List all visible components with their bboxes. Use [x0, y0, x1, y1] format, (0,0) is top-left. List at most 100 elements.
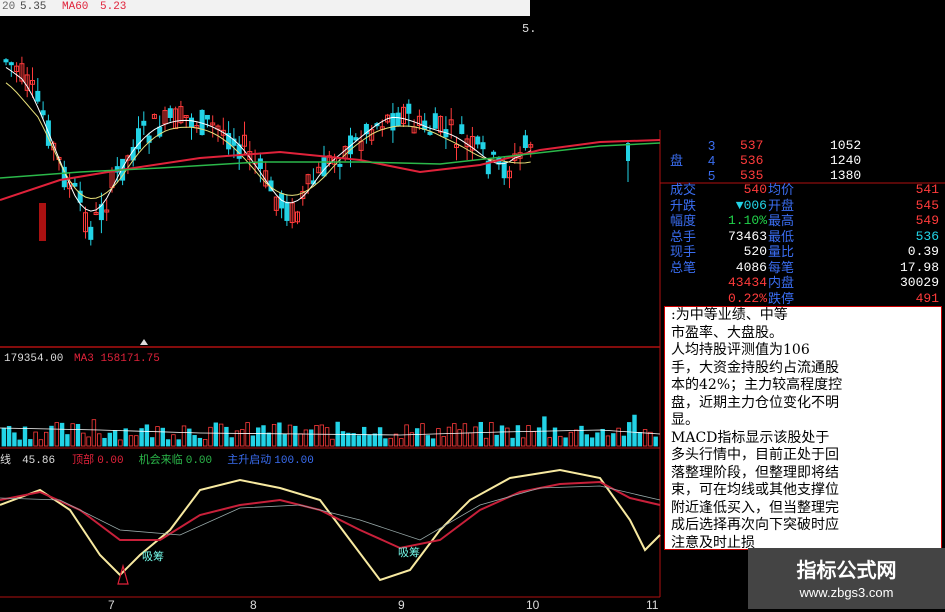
ma-legend: 20 5.35 MA60 5.23 — [0, 0, 530, 16]
volume-bar — [653, 436, 658, 447]
candle-body — [480, 142, 486, 150]
volume-signal-bar — [39, 203, 46, 241]
volume-bar — [202, 439, 208, 447]
quote-label2: 最高 — [768, 213, 795, 228]
candle-body — [40, 110, 46, 116]
quote-row: 幅度 1.10% 最高 549 — [664, 213, 945, 228]
volume-bar — [648, 431, 653, 447]
bid-price: 535 — [740, 168, 764, 183]
volume-bar — [118, 439, 123, 447]
top-label: 顶部 — [72, 454, 95, 466]
volume-bar — [134, 435, 139, 447]
candle-body — [491, 151, 497, 155]
volume-bar — [621, 435, 627, 447]
candle-body — [3, 59, 9, 63]
main-rise-label: 主升启动 — [227, 454, 272, 466]
volume-bar — [483, 437, 489, 447]
volume-bar — [293, 425, 298, 447]
quote-label2: 每笔 — [768, 259, 795, 275]
volume-bar — [340, 431, 346, 447]
volume-bar — [452, 423, 457, 447]
quote-value2: 491 — [915, 290, 939, 306]
volume-bar — [430, 438, 436, 447]
volume-bar — [531, 431, 536, 447]
quote-row: 成交 540 均价 541 — [664, 182, 945, 197]
marker-label-2: 吸筹 — [398, 547, 420, 559]
volume-bar — [102, 437, 107, 447]
volume-bar — [245, 422, 250, 447]
bid-volume: 1240 — [830, 153, 862, 168]
triangle-marker — [140, 339, 148, 345]
marker-label-1: 吸筹 — [142, 551, 164, 563]
volume-bar — [81, 432, 86, 447]
volume-bar — [192, 435, 197, 447]
quote-label2: 量比 — [768, 244, 795, 259]
candle-body — [61, 166, 67, 188]
volume-bar — [165, 439, 171, 447]
quote-label2: 内盘 — [768, 275, 795, 290]
ma-prefix: 20 — [2, 1, 16, 13]
volume-bar — [1, 427, 6, 447]
order-book: 3 537 1052 盘 4 536 1240 5 535 1380 — [664, 138, 945, 183]
volume-bar — [367, 434, 372, 447]
commentary-line: 多头行情中，目前正处于回 — [671, 447, 839, 463]
volume-bar — [155, 426, 160, 447]
volume-bar — [330, 438, 335, 447]
volume-bar — [218, 423, 224, 447]
volume-bar — [510, 437, 515, 447]
volume-bar — [261, 425, 266, 447]
volume-bar — [558, 435, 563, 447]
quote-label2: 跌停 — [768, 290, 795, 306]
volume-bar — [70, 423, 75, 447]
ma60-value: 5.23 — [100, 1, 127, 13]
volume-bar — [123, 428, 128, 447]
order-book-row: 5 535 1380 — [664, 168, 945, 183]
volume-bar — [499, 425, 505, 447]
volume-bar — [144, 424, 150, 447]
commentary-line: :为中等业绩、中等 — [671, 307, 788, 323]
quote-label2: 均价 — [768, 182, 795, 197]
ma3-label: MA3 — [74, 353, 94, 365]
volume-bar — [54, 422, 59, 447]
volume-bar — [526, 425, 531, 447]
bid-volume: 1052 — [830, 138, 862, 153]
opportunity-label: 机会来临 — [138, 454, 183, 466]
volume-bar — [197, 437, 203, 447]
candle-body — [8, 62, 14, 66]
volume-bar — [521, 437, 526, 447]
quote-value2: 17.98 — [899, 259, 939, 275]
commentary-line: 盘，近期主力仓位变化不明 — [671, 394, 839, 411]
volume-bar — [489, 422, 494, 447]
volume-bar — [187, 428, 192, 447]
volume-legend: 179354.00 MA3 158171.75 — [4, 353, 160, 365]
volume-bar — [404, 424, 409, 447]
volume-bar — [107, 432, 112, 447]
volume-bar — [308, 429, 314, 447]
quote-label: 成交 — [670, 182, 697, 197]
quote-value: ▼006 — [735, 197, 767, 213]
line-label: 线 — [0, 454, 11, 466]
volume-bar — [446, 426, 452, 447]
ma60-label: MA60 — [62, 1, 89, 13]
main-rise-value: 100.00 — [274, 455, 314, 467]
volume-bar — [494, 434, 499, 447]
side-label: 盘 — [670, 153, 684, 168]
volume-bar — [91, 419, 97, 447]
volume-bar — [627, 422, 632, 447]
volume-bar — [361, 426, 367, 447]
quote-value2: 549 — [915, 213, 939, 228]
order-book-row: 3 537 1052 — [664, 138, 945, 153]
volume-bar — [356, 435, 362, 447]
candle-body — [284, 201, 290, 221]
candle-body — [395, 112, 401, 127]
volume-bar — [59, 422, 65, 447]
commentary-line: 成后选择再次向下突破时应 — [671, 517, 839, 533]
candle-body — [432, 113, 438, 129]
volume-bar — [75, 423, 81, 447]
quote-label: 总笔 — [670, 259, 697, 275]
candle-body — [522, 135, 528, 148]
oscillator-slow-line — [0, 480, 661, 550]
volume-bar — [181, 425, 187, 447]
volume-bar — [579, 425, 584, 447]
volume-bar — [303, 429, 309, 447]
